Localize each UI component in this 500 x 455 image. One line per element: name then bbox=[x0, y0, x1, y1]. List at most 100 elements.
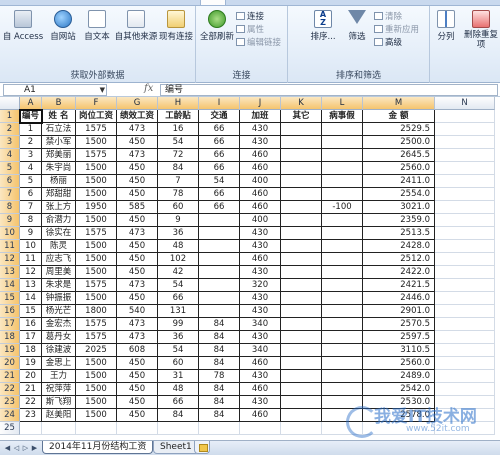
table-cell[interactable]: 54 bbox=[199, 175, 240, 188]
table-cell[interactable] bbox=[322, 344, 363, 357]
table-cell[interactable] bbox=[199, 292, 240, 305]
table-cell[interactable] bbox=[435, 188, 495, 201]
table-cell[interactable]: 5 bbox=[20, 175, 42, 188]
table-cell[interactable]: 430 bbox=[240, 136, 281, 149]
table-cell[interactable]: 78 bbox=[158, 188, 199, 201]
table-cell[interactable]: 1500 bbox=[76, 136, 117, 149]
table-cell[interactable]: 473 bbox=[117, 318, 158, 331]
table-cell[interactable]: 1500 bbox=[76, 175, 117, 188]
table-cell[interactable] bbox=[281, 201, 322, 214]
table-cell[interactable]: 王力 bbox=[42, 370, 76, 383]
table-cell[interactable] bbox=[435, 331, 495, 344]
table-cell[interactable] bbox=[322, 305, 363, 318]
row-header[interactable]: 14 bbox=[0, 279, 20, 292]
table-cell[interactable]: 450 bbox=[117, 383, 158, 396]
table-cell[interactable]: 430 bbox=[240, 123, 281, 136]
row-header[interactable]: 11 bbox=[0, 240, 20, 253]
table-cell[interactable]: 400 bbox=[240, 175, 281, 188]
table-cell[interactable]: 12 bbox=[20, 266, 42, 279]
table-cell[interactable]: 66 bbox=[158, 292, 199, 305]
table-cell[interactable] bbox=[435, 123, 495, 136]
prev-sheet-icon[interactable]: ◁ bbox=[12, 443, 21, 453]
row-header[interactable]: 21 bbox=[0, 370, 20, 383]
row-header[interactable]: 12 bbox=[0, 253, 20, 266]
table-cell[interactable]: 540 bbox=[117, 305, 158, 318]
table-cell[interactable]: 2645.5 bbox=[363, 149, 435, 162]
table-cell[interactable]: 8 bbox=[20, 214, 42, 227]
table-cell[interactable]: 450 bbox=[117, 175, 158, 188]
table-cell[interactable]: 郑甜甜 bbox=[42, 188, 76, 201]
edit-links-button[interactable]: 编辑链接 bbox=[236, 36, 281, 48]
table-cell[interactable]: 15 bbox=[20, 305, 42, 318]
table-cell[interactable] bbox=[199, 227, 240, 240]
remove-duplicates-button[interactable]: 删除重复项 bbox=[464, 10, 498, 50]
table-cell[interactable]: 1500 bbox=[76, 188, 117, 201]
table-cell[interactable]: 6 bbox=[20, 188, 42, 201]
table-cell[interactable]: 朱求是 bbox=[42, 279, 76, 292]
table-cell[interactable]: 2597.5 bbox=[363, 331, 435, 344]
column-header-i[interactable]: I bbox=[199, 97, 240, 110]
table-cell[interactable]: 430 bbox=[240, 240, 281, 253]
table-cell[interactable] bbox=[363, 422, 435, 435]
table-cell[interactable]: 1500 bbox=[76, 253, 117, 266]
table-cell[interactable] bbox=[322, 279, 363, 292]
table-cell[interactable] bbox=[117, 422, 158, 435]
table-cell[interactable]: 1575 bbox=[76, 331, 117, 344]
table-cell[interactable]: 66 bbox=[199, 149, 240, 162]
table-cell[interactable] bbox=[322, 318, 363, 331]
table-cell[interactable] bbox=[281, 422, 322, 435]
next-sheet-icon[interactable]: ▷ bbox=[21, 443, 30, 453]
table-cell[interactable]: 1575 bbox=[76, 227, 117, 240]
table-cell[interactable]: 禁小军 bbox=[42, 136, 76, 149]
from-other-sources-button[interactable]: 自其他来源 bbox=[114, 10, 158, 42]
insert-function-icon[interactable]: fx bbox=[144, 83, 153, 94]
table-cell[interactable]: 赵美阳 bbox=[42, 409, 76, 422]
table-cell[interactable]: 2489.0 bbox=[363, 370, 435, 383]
name-box[interactable]: A1 ▼ bbox=[3, 84, 107, 96]
header-cell[interactable]: 绩效工资 bbox=[117, 110, 158, 123]
table-cell[interactable]: 450 bbox=[117, 266, 158, 279]
table-cell[interactable] bbox=[435, 240, 495, 253]
table-cell[interactable] bbox=[281, 396, 322, 409]
table-cell[interactable]: 1500 bbox=[76, 370, 117, 383]
row-header[interactable]: 9 bbox=[0, 214, 20, 227]
table-cell[interactable]: 430 bbox=[240, 370, 281, 383]
table-cell[interactable] bbox=[240, 422, 281, 435]
table-cell[interactable]: 450 bbox=[117, 136, 158, 149]
table-cell[interactable] bbox=[281, 409, 322, 422]
table-cell[interactable]: 84 bbox=[199, 331, 240, 344]
properties-button[interactable]: 属性 bbox=[236, 23, 264, 35]
table-cell[interactable] bbox=[435, 318, 495, 331]
table-cell[interactable]: 340 bbox=[240, 344, 281, 357]
table-cell[interactable]: 320 bbox=[240, 279, 281, 292]
table-cell[interactable]: 72 bbox=[158, 149, 199, 162]
table-cell[interactable]: 84 bbox=[199, 409, 240, 422]
table-cell[interactable]: 48 bbox=[158, 383, 199, 396]
table-cell[interactable]: 1575 bbox=[76, 279, 117, 292]
row-header[interactable]: 7 bbox=[0, 188, 20, 201]
table-cell[interactable] bbox=[322, 214, 363, 227]
table-cell[interactable]: 450 bbox=[117, 253, 158, 266]
table-cell[interactable] bbox=[435, 422, 495, 435]
table-cell[interactable]: 18 bbox=[20, 344, 42, 357]
table-cell[interactable]: 斯飞翔 bbox=[42, 396, 76, 409]
sheet-tab-sheet1[interactable]: Sheet1 bbox=[153, 441, 199, 454]
last-sheet-icon[interactable]: ▶ bbox=[30, 443, 39, 453]
header-cell[interactable]: 编号 bbox=[20, 110, 42, 123]
table-cell[interactable]: 杨丽 bbox=[42, 175, 76, 188]
table-cell[interactable] bbox=[322, 149, 363, 162]
table-cell[interactable]: 2411.0 bbox=[363, 175, 435, 188]
row-header[interactable]: 16 bbox=[0, 305, 20, 318]
table-cell[interactable]: 66 bbox=[199, 123, 240, 136]
table-cell[interactable]: 22 bbox=[20, 396, 42, 409]
table-cell[interactable]: 450 bbox=[117, 370, 158, 383]
table-cell[interactable]: 54 bbox=[158, 136, 199, 149]
table-cell[interactable]: 2560.0 bbox=[363, 357, 435, 370]
table-cell[interactable]: 俞潜力 bbox=[42, 214, 76, 227]
table-cell[interactable]: 葛丹女 bbox=[42, 331, 76, 344]
table-cell[interactable] bbox=[281, 240, 322, 253]
table-cell[interactable]: 2421.5 bbox=[363, 279, 435, 292]
table-cell[interactable]: 430 bbox=[240, 266, 281, 279]
table-cell[interactable]: 1500 bbox=[76, 214, 117, 227]
table-cell[interactable] bbox=[435, 136, 495, 149]
